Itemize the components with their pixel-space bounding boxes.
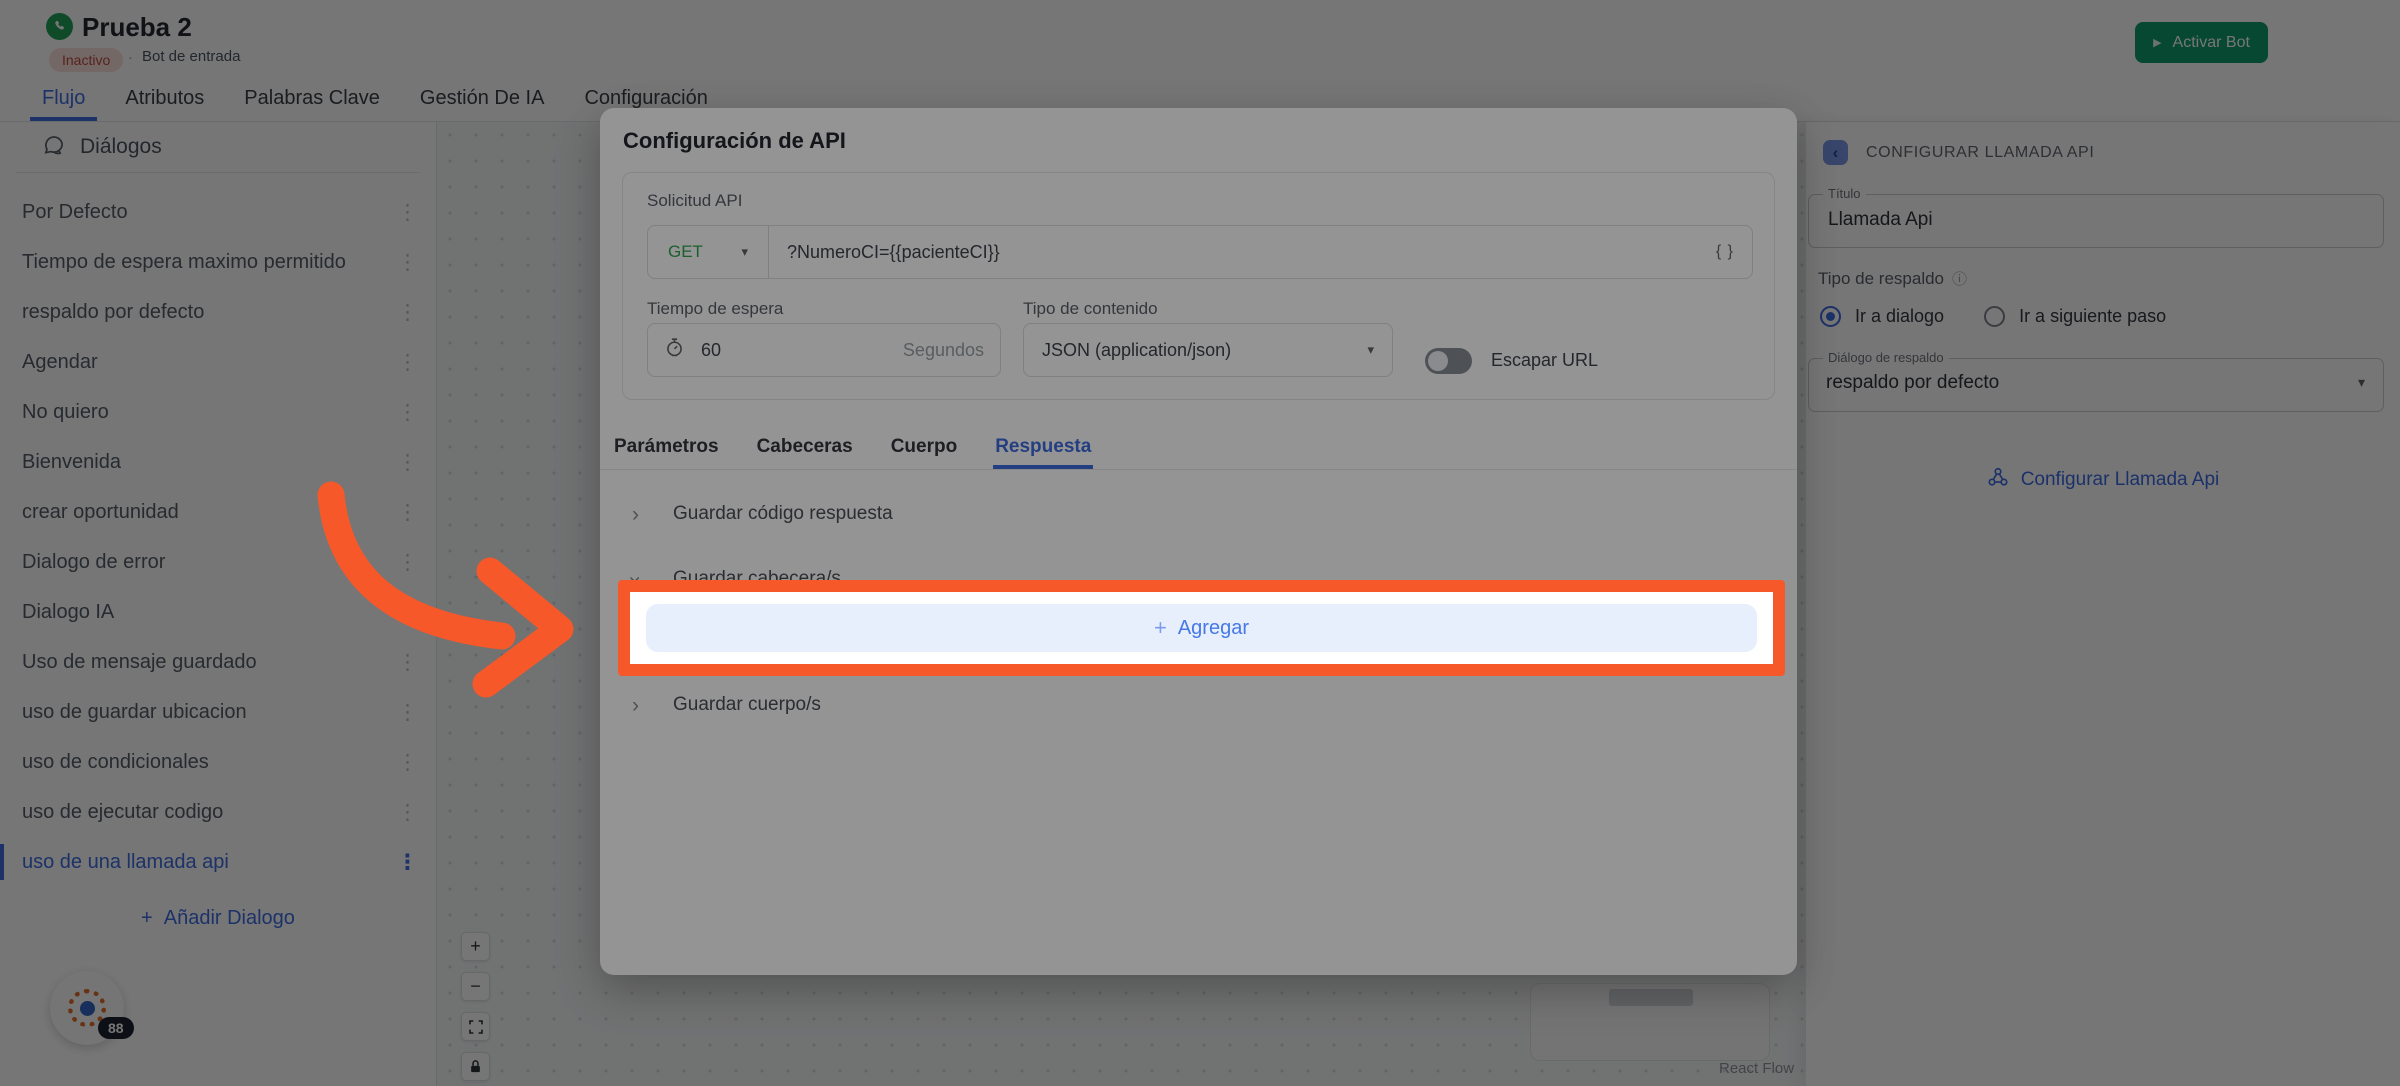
add-header-label: Agregar bbox=[1178, 617, 1249, 640]
add-header-button[interactable]: + Agregar bbox=[646, 604, 1757, 652]
tutorial-spotlight: + Agregar bbox=[618, 580, 1785, 676]
plus-icon: + bbox=[1154, 615, 1167, 641]
app-root: Prueba 2 Inactivo · Bot de entrada ▶ Act… bbox=[0, 0, 2400, 1086]
tutorial-dim-overlay bbox=[0, 0, 2400, 1086]
